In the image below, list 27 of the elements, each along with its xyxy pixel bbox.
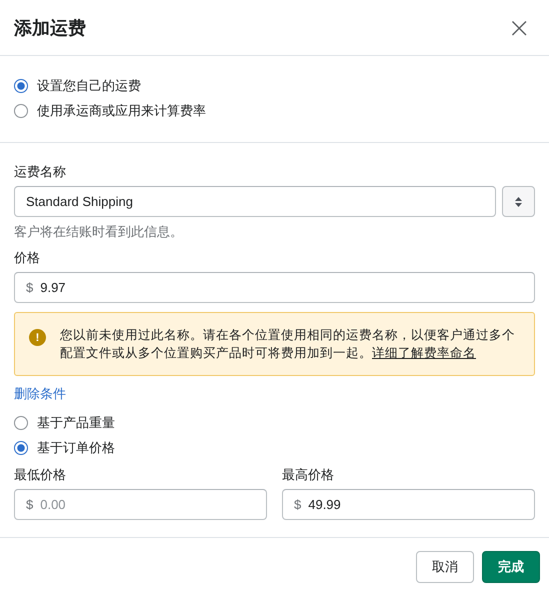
warning-message: 您以前未使用过此名称。请在各个位置使用相同的运费名称，以便客户通过多个配置文件或从多个位置购买产品时可将费用加到一起。详细了解费率命名: [60, 327, 516, 362]
radio-label: 使用承运商或应用来计算费率: [37, 102, 206, 120]
select-button[interactable]: [502, 186, 535, 217]
warning-icon: !: [29, 329, 46, 346]
radio-label: 设置您自己的运费: [37, 76, 141, 94]
input-field[interactable]: Standard Shipping: [14, 186, 496, 217]
radio-label: 基于订单价格: [37, 438, 115, 456]
radio-button[interactable]: [14, 416, 28, 430]
learn-more-link[interactable]: 详细了解费率命名: [372, 346, 476, 360]
done-button[interactable]: 完成: [482, 550, 540, 582]
sort-icon: [515, 196, 522, 206]
radio-button[interactable]: [14, 78, 28, 92]
input-field[interactable]: $ 49.99: [282, 489, 535, 520]
input-field[interactable]: $ 9.97: [14, 272, 535, 303]
radio-label: 基于产品重量: [37, 414, 115, 432]
remove-conditions-link[interactable]: 删除条件: [14, 385, 66, 403]
field-label: 最低价格: [14, 466, 67, 484]
radio-button[interactable]: [14, 440, 28, 454]
radio-button[interactable]: [14, 104, 28, 118]
close-button[interactable]: ×: [504, 14, 535, 42]
field-label: 最高价格: [282, 466, 335, 484]
help-text: 客户将在结账时看到此信息。: [14, 223, 184, 241]
input-field[interactable]: $ 0.00: [14, 489, 267, 520]
field-label: 价格: [14, 249, 41, 267]
window-title: 添加运费: [14, 16, 86, 40]
cancel-button[interactable]: 取消: [416, 550, 474, 582]
field-label: 运费名称: [14, 163, 67, 181]
